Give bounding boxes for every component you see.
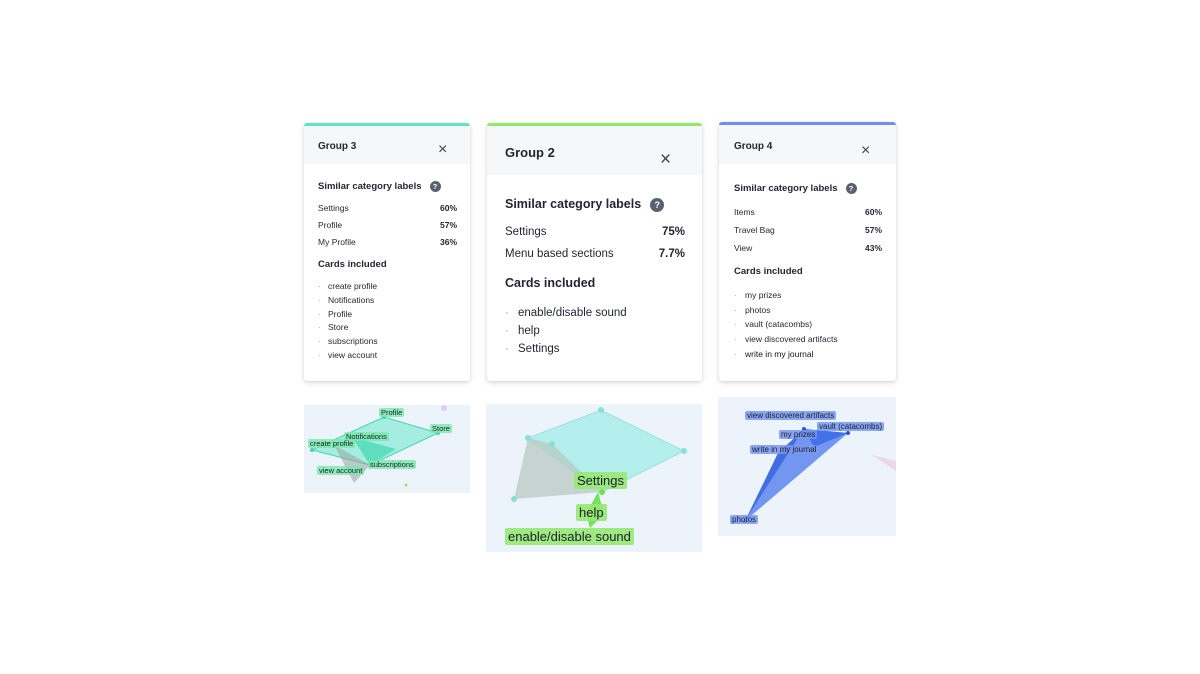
close-icon[interactable]: ×: [438, 142, 447, 158]
similar-labels-heading-text: Similar category labels: [505, 197, 642, 211]
map-tag[interactable]: help: [576, 504, 607, 521]
similar-labels-heading-text: Similar category labels: [318, 181, 422, 193]
label-name: Settings: [505, 226, 547, 238]
similar-labels-heading: Similar category labels?: [318, 181, 441, 192]
help-icon[interactable]: ?: [845, 183, 857, 194]
group-2-card: Group 2 × Similar category labels? Setti…: [487, 123, 702, 381]
label-row: Settings 75%: [505, 226, 685, 238]
group-3-cluster-map[interactable]: Profile Store Notifications create profi…: [304, 405, 470, 493]
group-3-header: Group 3 ×: [304, 126, 470, 164]
label-row: View 43%: [734, 243, 882, 253]
map-tag[interactable]: Profile: [379, 408, 405, 417]
label-row: Menu based sections 7.7%: [505, 248, 685, 260]
card-item[interactable]: write in my journal: [734, 347, 838, 362]
label-percent: 7.7%: [658, 248, 685, 260]
label-percent: 60%: [439, 203, 457, 213]
label-percent: 36%: [439, 237, 457, 247]
card-item[interactable]: Notifications: [318, 294, 378, 308]
label-percent: 57%: [439, 220, 457, 230]
group-2-title: Group 2: [505, 145, 555, 160]
group-2-header: Group 2 ×: [487, 126, 702, 175]
group-4-card: Group 4 × Similar category labels? Items…: [719, 122, 896, 381]
label-percent: 43%: [864, 243, 882, 253]
cards-list: create profile Notifications Profile Sto…: [318, 280, 378, 363]
similar-labels-heading: Similar category labels?: [505, 197, 665, 212]
card-item[interactable]: enable/disable sound: [505, 304, 627, 322]
close-icon[interactable]: ×: [660, 150, 671, 169]
card-item[interactable]: create profile: [318, 280, 378, 294]
cards-included-heading: Cards included: [734, 266, 803, 277]
card-item[interactable]: vault (catacombs): [734, 317, 838, 332]
map-tag[interactable]: photos: [730, 515, 759, 524]
group-4-header: Group 4 ×: [719, 125, 896, 164]
label-percent: 60%: [864, 207, 882, 217]
map-tag[interactable]: write in my journal: [750, 445, 819, 454]
map-tag[interactable]: my prizes: [779, 430, 818, 439]
card-item[interactable]: my prizes: [734, 288, 838, 303]
card-item[interactable]: help: [505, 322, 627, 340]
map-tag[interactable]: Settings: [574, 472, 627, 489]
card-item[interactable]: Settings: [505, 340, 627, 358]
card-item[interactable]: Store: [318, 321, 378, 335]
label-name: Menu based sections: [505, 248, 614, 260]
help-icon[interactable]: ?: [429, 181, 441, 192]
cards-list: enable/disable sound help Settings: [505, 304, 627, 358]
map-tag[interactable]: view discovered artifacts: [745, 411, 837, 420]
group-4-title: Group 4: [734, 141, 773, 152]
card-item[interactable]: view account: [318, 349, 378, 363]
label-row: Items 60%: [734, 207, 882, 217]
group-2-cluster-map[interactable]: Settings help enable/disable sound: [486, 404, 702, 552]
map-tag[interactable]: vault (catacombs): [817, 422, 885, 431]
label-name: View: [734, 243, 753, 253]
card-item[interactable]: Profile: [318, 308, 378, 322]
label-name: My Profile: [318, 237, 356, 247]
label-name: Settings: [318, 203, 349, 213]
map-tag[interactable]: subscriptions: [368, 460, 416, 469]
close-icon[interactable]: ×: [861, 143, 870, 159]
label-row: Travel Bag 57%: [734, 225, 882, 235]
help-icon[interactable]: ?: [650, 197, 665, 212]
label-row: Settings 60%: [318, 203, 457, 213]
group-3-title: Group 3: [318, 141, 357, 152]
group-4-cluster-map[interactable]: view discovered artifacts vault (catacom…: [718, 397, 896, 536]
cards-included-heading: Cards included: [318, 259, 387, 270]
similar-labels-heading: Similar category labels?: [734, 183, 857, 194]
label-name: Items: [734, 207, 755, 217]
label-name: Profile: [318, 220, 343, 230]
label-percent: 57%: [864, 225, 882, 235]
label-percent: 75%: [661, 226, 685, 238]
card-item[interactable]: subscriptions: [318, 335, 378, 349]
similar-labels-heading-text: Similar category labels: [734, 183, 838, 195]
map-tag[interactable]: view account: [317, 466, 365, 475]
group-3-card: Group 3 × Similar category labels? Setti…: [304, 123, 470, 381]
card-item[interactable]: view discovered artifacts: [734, 332, 838, 347]
label-row: My Profile 36%: [318, 237, 457, 247]
map-tag[interactable]: create profile: [308, 439, 356, 448]
label-row: Profile 57%: [318, 220, 457, 230]
card-item[interactable]: photos: [734, 303, 838, 318]
cards-list: my prizes photos vault (catacombs) view …: [734, 288, 838, 361]
map-tag[interactable]: Store: [430, 424, 452, 433]
map-tag[interactable]: enable/disable sound: [505, 528, 634, 545]
label-name: Travel Bag: [734, 225, 775, 235]
group-3-cluster-shape: [310, 405, 447, 487]
cards-included-heading: Cards included: [505, 276, 596, 290]
